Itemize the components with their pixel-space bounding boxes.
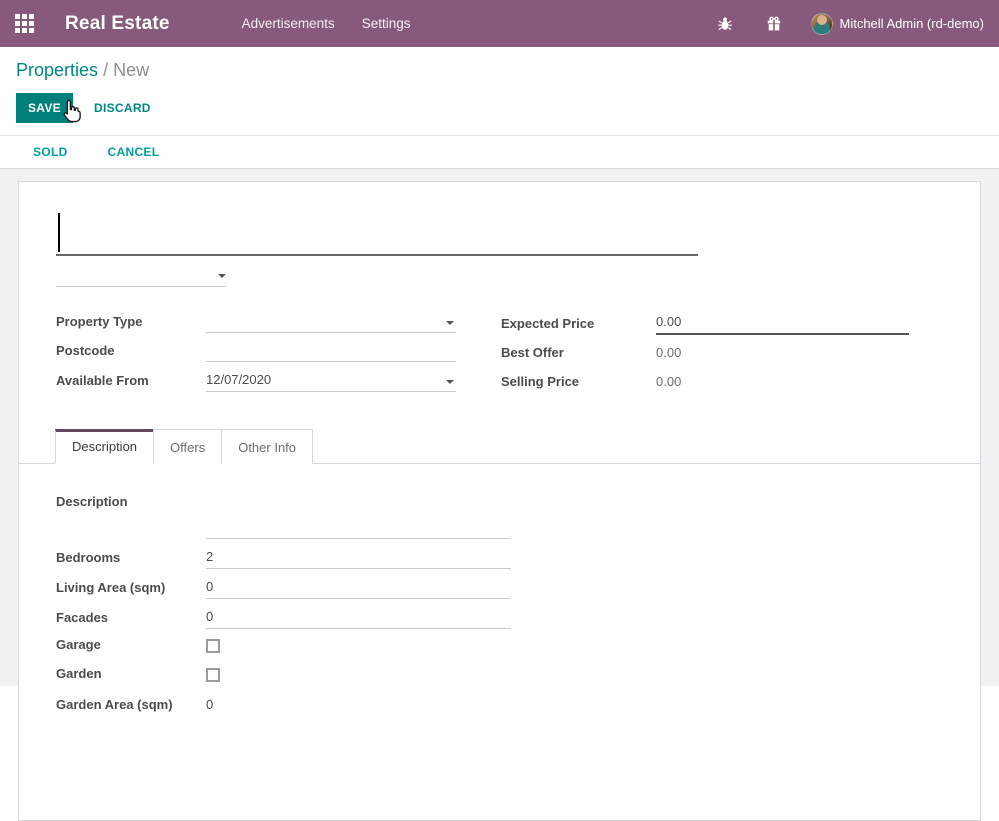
tab-other-info[interactable]: Other Info [221, 429, 313, 464]
text-cursor [58, 213, 60, 252]
user-menu[interactable]: Mitchell Admin (rd-demo) [840, 16, 985, 31]
save-button[interactable]: SAVE [16, 93, 73, 123]
form-statusbar: SOLD CANCEL [0, 135, 999, 169]
tab-offers[interactable]: Offers [153, 429, 222, 464]
garage-checkbox[interactable] [206, 639, 220, 653]
navbar-right: Mitchell Admin (rd-demo) [717, 13, 985, 35]
living-area-input[interactable]: 0 [206, 577, 511, 599]
top-navbar: Real Estate Advertisements Settings [0, 0, 999, 47]
field-label: Expected Price [501, 316, 656, 335]
field-label: Selling Price [501, 374, 656, 393]
chevron-down-icon [446, 380, 454, 384]
selling-price-value: 0.00 [656, 372, 909, 393]
field-label: Property Type [56, 314, 206, 333]
field-garden-area: Garden Area (sqm) 0 [56, 695, 511, 716]
app-brand[interactable]: Real Estate [65, 13, 170, 35]
apps-menu-icon[interactable] [15, 14, 34, 33]
field-living-area: Living Area (sqm) 0 [56, 577, 511, 599]
field-postcode: Postcode [56, 341, 456, 362]
bug-icon[interactable] [717, 16, 733, 32]
available-from-input[interactable]: 12/07/2020 [206, 370, 456, 392]
field-selling-price: Selling Price 0.00 [501, 372, 909, 393]
field-available-from: Available From 12/07/2020 [56, 370, 456, 392]
field-column-left: Property Type Postcode Available From [56, 312, 456, 401]
field-label: Best Offer [501, 345, 656, 364]
field-garden: Garden [56, 666, 511, 685]
chevron-down-icon [446, 321, 454, 325]
user-avatar[interactable] [811, 13, 833, 35]
field-bedrooms: Bedrooms 2 [56, 547, 511, 569]
field-label: Available From [56, 373, 206, 392]
bedrooms-input[interactable]: 2 [206, 547, 511, 569]
field-label: Facades [56, 610, 206, 629]
breadcrumb-properties-link[interactable]: Properties [16, 60, 98, 80]
form-sheet: Property Type Postcode Available From [18, 181, 981, 821]
menu-advertisements[interactable]: Advertisements [242, 16, 335, 31]
navbar-menus: Advertisements Settings [242, 16, 411, 31]
postcode-input[interactable] [206, 341, 456, 362]
control-panel: Properties / New SAVE DISCARD [0, 47, 999, 135]
breadcrumb-separator: / [103, 60, 113, 80]
description-input[interactable] [206, 518, 511, 539]
field-expected-price: Expected Price 0.00 [501, 312, 909, 335]
control-panel-buttons: SAVE DISCARD [16, 93, 983, 123]
description-tab-content: Description Bedrooms 2 Living Area (sqm)… [56, 464, 943, 716]
field-label: Garage [56, 637, 206, 656]
facades-input[interactable]: 0 [206, 607, 511, 629]
field-label: Bedrooms [56, 550, 206, 569]
notebook: Description Offers Other Info [19, 429, 980, 464]
field-label: Postcode [56, 343, 206, 362]
field-facades: Facades 0 [56, 607, 511, 629]
field-label: Living Area (sqm) [56, 580, 206, 599]
garden-area-input[interactable]: 0 [206, 695, 511, 716]
field-label: Garden Area (sqm) [56, 697, 206, 716]
field-description-text [56, 518, 511, 539]
field-best-offer: Best Offer 0.00 [501, 343, 909, 364]
notebook-tabs: Description Offers Other Info [19, 429, 980, 463]
tab-description[interactable]: Description [55, 429, 154, 464]
sold-button[interactable]: SOLD [27, 144, 74, 160]
discard-button[interactable]: DISCARD [88, 100, 157, 116]
gift-icon[interactable] [766, 16, 782, 32]
expected-price-input[interactable]: 0.00 [656, 312, 909, 335]
property-tags-input[interactable] [56, 266, 226, 287]
field-garage: Garage [56, 637, 511, 656]
property-type-input[interactable] [206, 312, 456, 333]
field-grid: Property Type Postcode Available From [56, 312, 943, 401]
form-view-area: Property Type Postcode Available From [0, 169, 999, 686]
menu-settings[interactable]: Settings [362, 16, 411, 31]
field-property-type: Property Type [56, 312, 456, 333]
garden-checkbox[interactable] [206, 668, 220, 682]
field-label: Garden [56, 666, 206, 685]
property-name-input[interactable] [56, 210, 698, 256]
field-label-spacer [56, 535, 206, 539]
cancel-button[interactable]: CANCEL [102, 144, 166, 160]
breadcrumb: Properties / New [16, 59, 983, 82]
description-section-label: Description [56, 494, 943, 509]
best-offer-value: 0.00 [656, 343, 909, 364]
breadcrumb-current: New [113, 60, 149, 80]
field-column-right: Expected Price 0.00 Best Offer 0.00 Sell… [501, 312, 909, 401]
chevron-down-icon [218, 274, 226, 278]
